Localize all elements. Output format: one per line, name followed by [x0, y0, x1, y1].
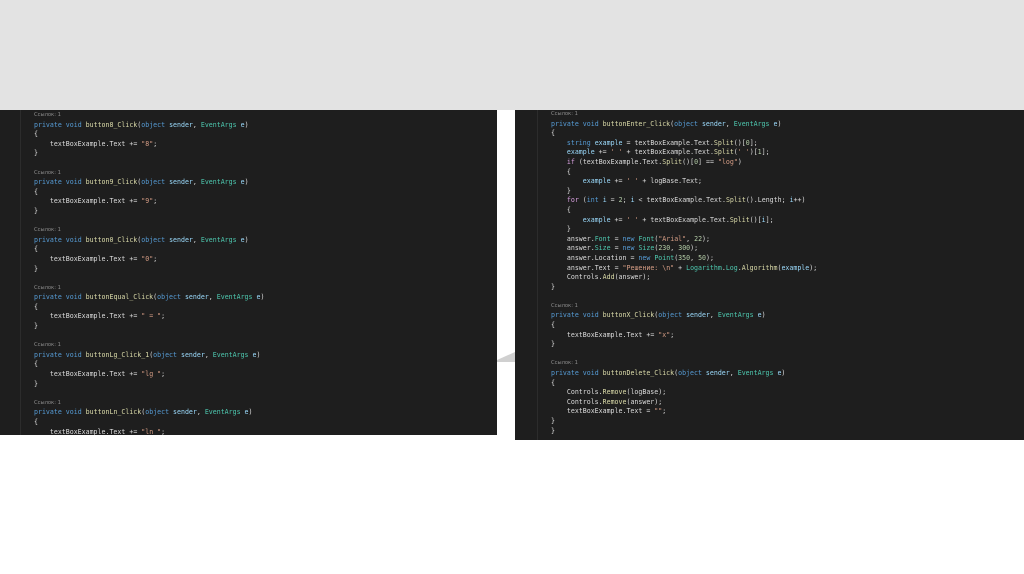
code-line: {	[34, 360, 38, 369]
code-line: textBoxExample.Text = "";	[566, 407, 667, 416]
code-line: textBoxExample.Text += "9";	[49, 197, 158, 206]
code-line: private void buttonLn_Click(object sende…	[34, 408, 253, 417]
code-screenshot-left: Ссылок: 1 private void button8_Click(obje…	[0, 110, 497, 435]
code-line: Controls.Remove(logBase);	[566, 388, 667, 397]
code-line: private void button8_Click(object sender…	[34, 120, 249, 129]
codelens-reference-count: Ссылок: 1	[34, 284, 61, 291]
code-line: string example = textBoxExample.Text.Spl…	[566, 138, 758, 147]
code-line: }	[34, 149, 38, 158]
code-line: }	[34, 379, 38, 388]
code-line: textBoxExample.Text += "0";	[49, 254, 158, 263]
code-line: }	[551, 417, 555, 425]
code-line: textBoxExample.Text += " = ";	[49, 312, 166, 321]
code-line: {	[566, 167, 571, 176]
code-line: }	[566, 186, 571, 195]
code-line: answer.Text = "Решение: \n" + Logarithm.…	[566, 263, 818, 272]
code-line: {	[34, 130, 38, 139]
code-line: {	[551, 378, 555, 387]
codelens-reference-count: Ссылок: 1	[34, 227, 61, 234]
codelens-reference-count: Ссылок: 1	[551, 302, 578, 309]
codelens-reference-count: Ссылок: 1	[551, 111, 578, 117]
code-line: example += ' ' + textBoxExample.Text.Spl…	[566, 148, 770, 157]
code-line: answer.Location = new Point(350, 50);	[566, 253, 714, 262]
codelens-reference-count: Ссылок: 1	[34, 112, 61, 118]
code-line: private void button9_Click(object sender…	[34, 178, 249, 187]
codelens-reference-count: Ссылок: 1	[34, 342, 61, 349]
code-line: {	[34, 245, 38, 254]
code-line: example += ' ' + logBase.Text;	[582, 177, 703, 186]
code-line: }	[551, 426, 555, 435]
code-line: }	[551, 282, 555, 291]
code-line: }	[566, 225, 571, 234]
code-line: }	[34, 322, 38, 331]
code-line: private void buttonDelete_Click(object s…	[551, 369, 786, 378]
code-line: answer.Font = new Font("Arial", 22);	[566, 234, 711, 243]
code-line: }	[34, 206, 38, 215]
code-editor-left: Ссылок: 1 private void button8_Click(obje…	[0, 110, 497, 435]
code-line: private void buttonEnter_Click(object se…	[551, 119, 782, 128]
code-line: }	[551, 340, 555, 349]
code-line: textBoxExample.Text += "8";	[49, 139, 158, 148]
code-line: textBoxExample.Text += "x";	[566, 330, 675, 339]
code-line: Controls.Add(answer);	[566, 273, 651, 282]
code-editor-right: Ссылок: 1 private void buttonEnter_Click(…	[515, 110, 1024, 440]
code-line: answer.Size = new Size(230, 300);	[566, 244, 699, 253]
code-screenshot-right: Ссылок: 1 private void buttonEnter_Click(…	[515, 110, 1024, 440]
code-line: private void buttonEqual_Click(object se…	[34, 293, 265, 302]
code-line: if (textBoxExample.Text.Split()[0] == "l…	[566, 157, 742, 166]
codelens-reference-count: Ссылок: 1	[34, 399, 61, 406]
code-line: {	[551, 321, 555, 330]
code-line: textBoxExample.Text += "ln ";	[49, 427, 166, 435]
code-line: {	[34, 187, 38, 196]
code-line: {	[34, 302, 38, 311]
code-line: Controls.Remove(answer);	[566, 397, 663, 406]
code-line: private void buttonLg_Click_1(object sen…	[34, 350, 261, 359]
code-line: for (int i = 2; i < textBoxExample.Text.…	[566, 196, 806, 205]
code-line: }	[34, 264, 38, 273]
codelens-reference-count: Ссылок: 1	[34, 169, 61, 176]
code-line: private void button0_Click(object sender…	[34, 235, 249, 244]
code-line: {	[566, 205, 571, 214]
code-line: private void buttonX_Click(object sender…	[551, 311, 766, 320]
code-line: {	[34, 418, 38, 426]
code-line: textBoxExample.Text += "lg ";	[49, 370, 166, 379]
codelens-reference-count: Ссылок: 1	[551, 360, 578, 367]
code-line: example += ' ' + textBoxExample.Text.Spl…	[582, 215, 774, 224]
code-line: {	[551, 129, 555, 138]
